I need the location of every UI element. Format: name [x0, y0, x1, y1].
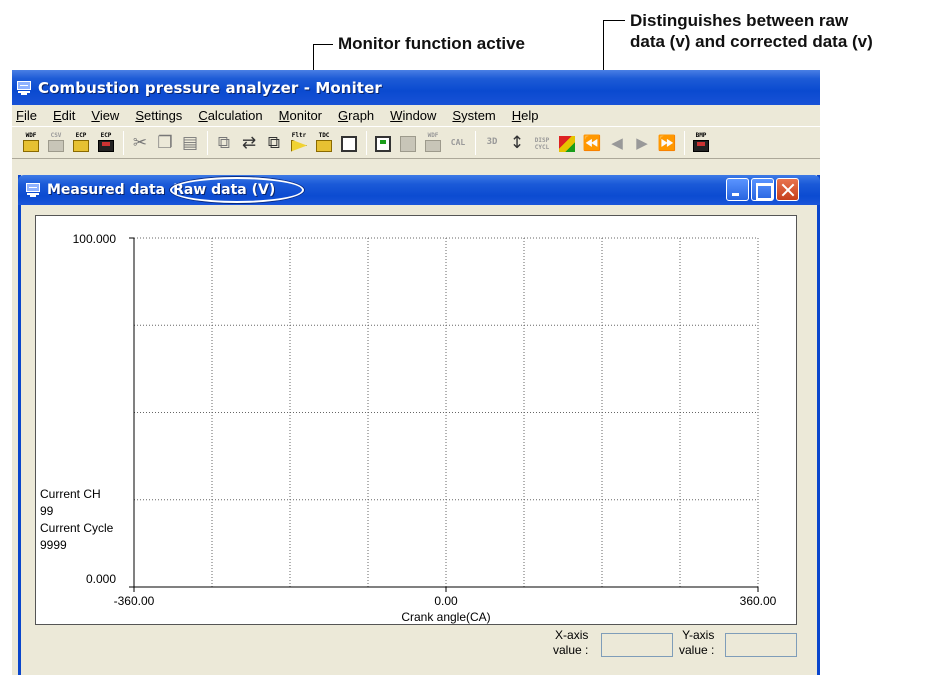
x-axis-label: Crank angle(CA) — [401, 610, 490, 624]
tick-labels: 100.000 0.000 -360.00 0.00 360.00 — [73, 232, 777, 608]
wdf-gray-icon[interactable]: WDF — [422, 131, 444, 155]
grid — [134, 237, 759, 587]
app-monitor-icon[interactable] — [16, 80, 32, 95]
x-tick-label-center: 0.00 — [434, 594, 458, 608]
toolbar-separator — [123, 130, 124, 155]
toolbar-separator — [207, 130, 208, 155]
compare-icon[interactable]: ⇄ — [238, 131, 260, 155]
close-button[interactable] — [776, 178, 799, 201]
cut-icon[interactable]: ✂ — [129, 131, 151, 155]
save-ecp-icon[interactable]: ECP — [95, 131, 117, 155]
paste-icon[interactable]: ▤ — [179, 131, 201, 155]
raw-callout-line-2: data (v) and corrected data (v) — [630, 32, 873, 51]
monitor-callout-line-h — [313, 44, 333, 45]
open-ecp-icon[interactable]: ECP — [70, 131, 92, 155]
next-icon[interactable]: ▶ — [631, 131, 653, 155]
plot-area[interactable]: 100.000 0.000 -360.00 0.00 360.00 Crank angl… — [36, 216, 796, 624]
first-icon[interactable]: ⏪ — [581, 131, 603, 155]
raw-callout-line-1: Distinguishes between raw — [630, 11, 849, 30]
filter-icon[interactable]: Fltr — [288, 131, 310, 155]
raw-callout-line-h — [603, 20, 625, 21]
menu-settings[interactable]: Settings — [135, 108, 182, 123]
child-title: Measured data — [47, 182, 166, 198]
list-icon[interactable] — [338, 131, 360, 155]
raw-data-callout: Distinguishes between raw data (v) and c… — [630, 10, 873, 52]
graph-window-icon[interactable] — [372, 131, 394, 155]
last-icon[interactable]: ⏩ — [656, 131, 678, 155]
display-cycle-icon[interactable]: DISP CYCL — [531, 131, 553, 155]
child-monitor-icon[interactable] — [25, 183, 41, 197]
y-tick-label-bottom: 0.000 — [86, 572, 116, 586]
menubar: File Edit View Settings Calculation Moni… — [12, 105, 820, 126]
window-icon[interactable]: ⧉ — [213, 131, 235, 155]
measured-data-window: Measured data Raw data (V) 100.000 0.000 -… — [18, 175, 820, 675]
current-info: Current CH 99 Current Cycle 9999 — [40, 486, 113, 554]
menu-graph[interactable]: Graph — [338, 108, 374, 123]
save-csv-icon[interactable]: CSV — [45, 131, 67, 155]
graph-gray-icon[interactable] — [397, 131, 419, 155]
menu-window[interactable]: Window — [390, 108, 436, 123]
save-bmp-icon[interactable]: BMP — [690, 131, 712, 155]
tdc-icon[interactable]: TDC — [313, 131, 335, 155]
plot-frame: 100.000 0.000 -360.00 0.00 360.00 Crank angl… — [35, 215, 797, 625]
current-ch-label: Current CH — [40, 487, 101, 501]
raw-data-highlight-ellipse — [170, 177, 304, 203]
app-titlebar[interactable]: Combustion pressure analyzer - Moniter — [12, 70, 820, 105]
toolbar-separator — [475, 130, 476, 155]
child-titlebar[interactable]: Measured data Raw data (V) — [18, 175, 820, 205]
axes — [129, 237, 759, 592]
toolbar-separator — [366, 130, 367, 155]
menu-file[interactable]: File — [16, 108, 37, 123]
cal-icon[interactable]: CAL — [447, 131, 469, 155]
monitor-callout: Monitor function active — [338, 34, 525, 53]
current-cycle-label: Current Cycle — [40, 521, 114, 535]
y-tick-label-top: 100.000 — [73, 232, 117, 246]
windows-icon[interactable]: ⧉ — [263, 131, 285, 155]
current-ch-value: 99 — [40, 504, 54, 518]
minimize-button[interactable] — [726, 178, 749, 201]
current-cycle-value: 9999 — [40, 538, 67, 552]
axis-icon[interactable]: ↕ — [506, 131, 528, 155]
color-icon[interactable] — [556, 131, 578, 155]
y-axis-value-label: Y-axis value : — [679, 628, 715, 657]
x-tick-label-right: 360.00 — [740, 594, 777, 608]
maximize-button[interactable] — [751, 178, 774, 201]
menu-help[interactable]: Help — [512, 108, 539, 123]
x-axis-value-label: X-axis value : — [553, 628, 589, 657]
app-title: Combustion pressure analyzer - Moniter — [38, 78, 382, 97]
open-wdf-icon[interactable]: WDF — [20, 131, 42, 155]
menu-system[interactable]: System — [452, 108, 495, 123]
prev-icon[interactable]: ◀ — [606, 131, 628, 155]
copy-icon[interactable]: ❐ — [154, 131, 176, 155]
menu-calculation[interactable]: Calculation — [198, 108, 262, 123]
toolbar-separator — [684, 130, 685, 155]
x-tick-label-left: -360.00 — [114, 594, 155, 608]
y-axis-value-field[interactable] — [725, 633, 797, 657]
x-axis-value-field[interactable] — [601, 633, 673, 657]
menu-monitor[interactable]: Monitor — [279, 108, 322, 123]
menu-edit[interactable]: Edit — [53, 108, 75, 123]
menu-view[interactable]: View — [91, 108, 119, 123]
toolbar: WDF CSV ECP ECP ✂ ❐ ▤ ⧉ ⇄ ⧉ Fltr TDC WDF… — [12, 126, 820, 159]
three-d-icon[interactable]: 3D — [481, 131, 503, 155]
